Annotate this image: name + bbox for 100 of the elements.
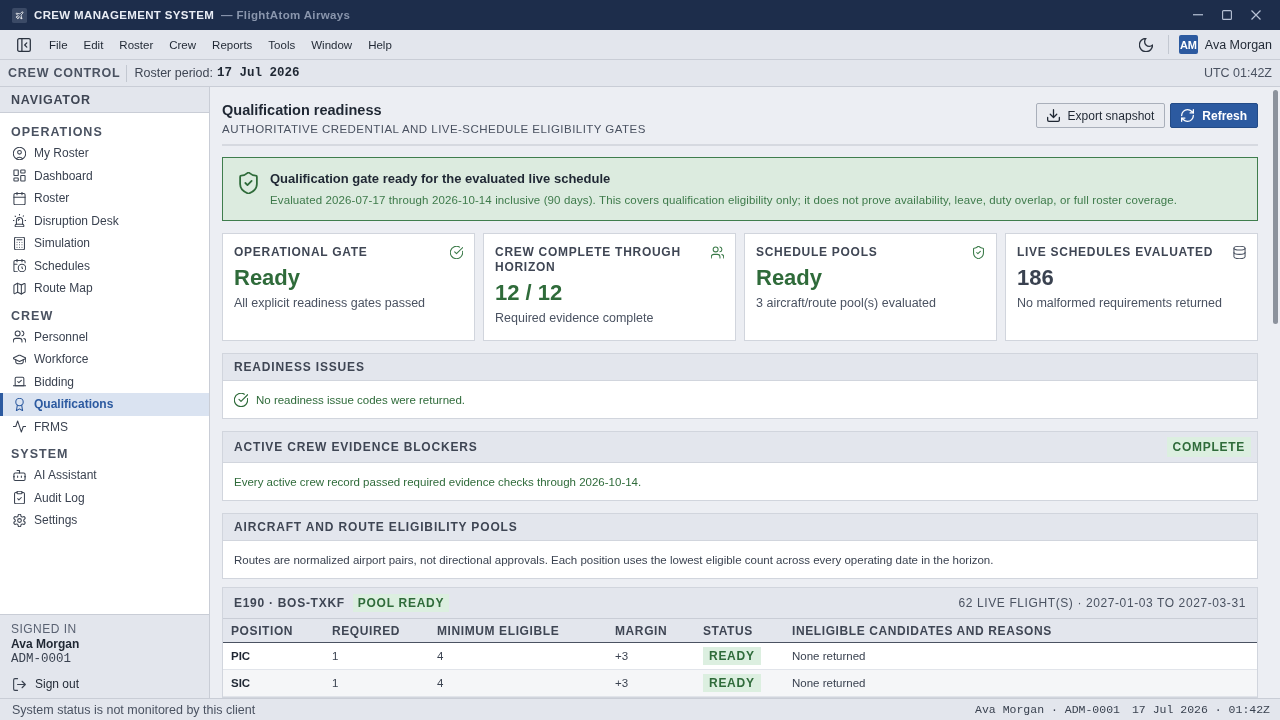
users-icon: [711, 246, 724, 259]
ballot-box-icon: [13, 375, 26, 389]
stat-value: 12 / 12: [495, 279, 564, 307]
panel-title: AIRCRAFT AND ROUTE ELIGIBILITY POOLS: [234, 520, 518, 534]
nav-item[interactable]: Simulation: [0, 232, 209, 255]
nav-item[interactable]: AI Assistant: [0, 464, 209, 487]
sidebar-title: NAVIGATOR: [11, 92, 91, 107]
export-button[interactable]: Export snapshot: [1035, 103, 1166, 128]
calculator-icon: [13, 236, 26, 250]
roster-period-label: Roster period:: [134, 66, 213, 80]
robot-icon: [13, 468, 26, 482]
panel-message: Every active crew record passed required evidence checks through 2026-10-14.: [234, 475, 642, 488]
maximize-icon: [1221, 10, 1232, 20]
pool-summary: 62 LIVE FLIGHT(S) · 2027-01-03 TO 2027-03-31: [958, 596, 1246, 610]
stat-note: All explicit readiness gates passed: [234, 295, 427, 311]
panel-title: ACTIVE CREW EVIDENCE BLOCKERS: [234, 440, 478, 454]
menu-item[interactable]: Help: [360, 34, 400, 55]
nav-section-title: OPERATIONS: [11, 125, 103, 139]
signed-in-name: Ava Morgan: [11, 637, 81, 652]
scrollbar-thumb[interactable]: [1272, 90, 1278, 324]
grid-icon: [13, 169, 26, 183]
nav-item[interactable]: Audit Log: [0, 486, 209, 509]
menu-item[interactable]: Window: [303, 34, 361, 55]
table-cell: +3: [615, 650, 629, 662]
page-subtitle: AUTHORITATIVE CREDENTIAL AND LIVE-SCHEDULE ELIGIBILITY GATES: [222, 122, 647, 137]
nav-section-title: SYSTEM: [11, 447, 69, 461]
sign-out-button[interactable]: Sign out: [11, 675, 82, 693]
pool-name: E190 · BOS-TXKF: [234, 596, 345, 610]
status-badge: READY: [703, 674, 761, 692]
table-cell: 1: [332, 650, 339, 662]
stat-label: OPERATIONAL GATE: [234, 245, 369, 260]
graduation-cap-icon: [13, 352, 26, 366]
nav-section-title: CREW: [11, 308, 54, 323]
window-subtitle: — FlightAtom Airways: [221, 9, 351, 21]
signed-in-label: SIGNED IN: [11, 622, 78, 637]
column-header: REQUIRED: [332, 623, 402, 638]
status-badge: READY: [703, 647, 761, 665]
column-header: MARGIN: [615, 623, 669, 638]
download-icon: [1046, 109, 1060, 122]
banner-message: Evaluated 2026-07-17 through 2026-10-14 inclusive (90 days). This covers qualification eligibility only; it does not prove availability, leave, duty overlap, or full roster coverage.: [270, 193, 1178, 208]
nav-item[interactable]: Personnel: [0, 325, 209, 348]
nav-item[interactable]: Qualifications: [0, 393, 209, 416]
stat-note: Required evidence complete: [495, 310, 655, 326]
nav-item[interactable]: Roster: [0, 187, 209, 210]
menu-item[interactable]: File: [41, 34, 76, 55]
users-icon: [13, 330, 26, 344]
nav-item[interactable]: Workforce: [0, 348, 209, 371]
stat-value: Ready: [234, 264, 302, 292]
status-message: System status is not monitored by this client: [12, 702, 256, 717]
column-header: STATUS: [703, 623, 754, 638]
menu-item[interactable]: Reports: [204, 34, 261, 55]
menu-item[interactable]: Crew: [161, 34, 205, 55]
nav-item[interactable]: Bidding: [0, 370, 209, 393]
column-header: POSITION: [231, 623, 295, 638]
menu-item[interactable]: Edit: [75, 34, 112, 55]
moon-icon: [1138, 37, 1153, 52]
check-circle-icon: [450, 246, 463, 259]
siren-icon: [13, 214, 26, 228]
status-badge: POOL READY: [352, 594, 450, 612]
user-menu-button[interactable]: AM Ava Morgan: [1178, 35, 1272, 54]
settings-icon: [13, 513, 26, 527]
nav-item[interactable]: Route Map: [0, 277, 209, 300]
column-header: MINIMUM ELIGIBLE: [437, 623, 561, 638]
menu-item[interactable]: Tools: [260, 34, 304, 55]
plane-icon: [12, 7, 27, 23]
nav-item[interactable]: Disruption Desk: [0, 209, 209, 232]
panel-title: READINESS ISSUES: [234, 360, 365, 374]
signed-in-id: ADM-0001: [11, 652, 72, 667]
nav-item[interactable]: Dashboard: [0, 164, 209, 187]
table-cell: 1: [332, 677, 339, 689]
nav-item[interactable]: Schedules: [0, 254, 209, 277]
database-icon: [1233, 246, 1246, 259]
shield-check-icon: [972, 246, 985, 259]
close-icon: [1250, 10, 1261, 20]
calendar-icon: [13, 191, 26, 205]
minimize-icon: [1192, 14, 1203, 16]
menu-item[interactable]: Roster: [111, 34, 162, 55]
nav-item[interactable]: My Roster: [0, 142, 209, 165]
nav-item[interactable]: Settings: [0, 509, 209, 532]
utc-clock: UTC 01:42Z: [1203, 66, 1272, 80]
pulse-icon: [13, 420, 26, 434]
stat-label: LIVE SCHEDULES EVALUATED: [1017, 245, 1215, 260]
page-title: Qualification readiness: [222, 101, 383, 119]
table-cell: 4: [437, 650, 444, 662]
stat-value: 186: [1017, 264, 1055, 292]
nav-item[interactable]: FRMS: [0, 415, 209, 438]
panel-collapse-icon: [17, 37, 31, 52]
refresh-icon: [1181, 109, 1195, 122]
table-cell: 4: [437, 677, 444, 689]
stat-value: Ready: [756, 264, 824, 292]
shield-check-icon: [239, 172, 258, 194]
map-icon: [13, 281, 26, 295]
window-title: CREW MANAGEMENT SYSTEM: [34, 9, 215, 21]
status-badge: COMPLETE: [1166, 437, 1251, 457]
stat-note: No malformed requirements returned: [1017, 295, 1223, 311]
award-icon: [13, 397, 26, 411]
refresh-button[interactable]: Refresh: [1170, 103, 1258, 128]
table-cell: +3: [615, 677, 629, 689]
stat-label: CREW COMPLETE THROUGH HORIZON: [495, 245, 682, 275]
column-header: INELIGIBLE CANDIDATES AND REASONS: [792, 623, 1053, 638]
